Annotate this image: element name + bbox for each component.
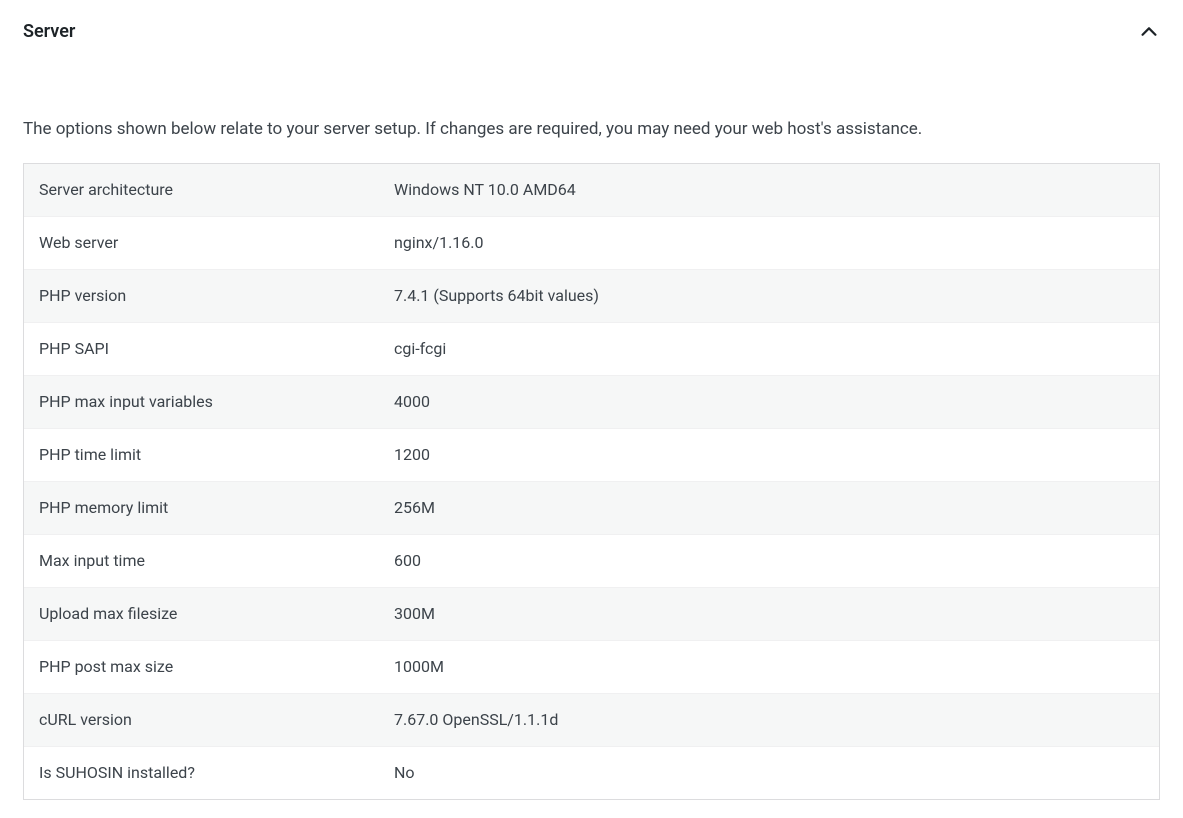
info-value: nginx/1.16.0 (379, 217, 1159, 269)
info-label: PHP post max size (24, 641, 379, 693)
info-value: Windows NT 10.0 AMD64 (379, 164, 1159, 216)
table-row: cURL version7.67.0 OpenSSL/1.1.1d (24, 694, 1159, 747)
info-value: 600 (379, 535, 1159, 587)
table-row: PHP max input variables4000 (24, 376, 1159, 429)
server-info-table: Server architectureWindows NT 10.0 AMD64… (23, 163, 1160, 800)
info-label: Upload max filesize (24, 588, 379, 640)
info-label: cURL version (24, 694, 379, 746)
table-row: PHP memory limit256M (24, 482, 1159, 535)
info-label: Is SUHOSIN installed? (24, 747, 379, 799)
table-row: Server architectureWindows NT 10.0 AMD64 (24, 164, 1159, 217)
table-row: Max input time600 (24, 535, 1159, 588)
info-label: Server architecture (24, 164, 379, 216)
info-value: 1200 (379, 429, 1159, 481)
info-label: PHP SAPI (24, 323, 379, 375)
info-value: cgi-fcgi (379, 323, 1159, 375)
table-row: PHP version7.4.1 (Supports 64bit values) (24, 270, 1159, 323)
info-value: 7.67.0 OpenSSL/1.1.1d (379, 694, 1159, 746)
info-value: 1000M (379, 641, 1159, 693)
info-value: 7.4.1 (Supports 64bit values) (379, 270, 1159, 322)
panel-title: Server (23, 18, 75, 45)
info-value: 300M (379, 588, 1159, 640)
info-label: Web server (24, 217, 379, 269)
info-label: PHP max input variables (24, 376, 379, 428)
table-row: Upload max filesize300M (24, 588, 1159, 641)
info-label: PHP version (24, 270, 379, 322)
info-value: 256M (379, 482, 1159, 534)
info-value: 4000 (379, 376, 1159, 428)
info-label: PHP memory limit (24, 482, 379, 534)
panel-header[interactable]: Server (23, 18, 1160, 45)
table-row: PHP post max size1000M (24, 641, 1159, 694)
table-row: Is SUHOSIN installed?No (24, 747, 1159, 799)
table-row: Web servernginx/1.16.0 (24, 217, 1159, 270)
table-row: PHP SAPIcgi-fcgi (24, 323, 1159, 376)
panel-description: The options shown below relate to your s… (23, 117, 1160, 143)
chevron-up-icon[interactable] (1138, 21, 1160, 43)
info-label: Max input time (24, 535, 379, 587)
info-value: No (379, 747, 1159, 799)
table-row: PHP time limit1200 (24, 429, 1159, 482)
info-label: PHP time limit (24, 429, 379, 481)
